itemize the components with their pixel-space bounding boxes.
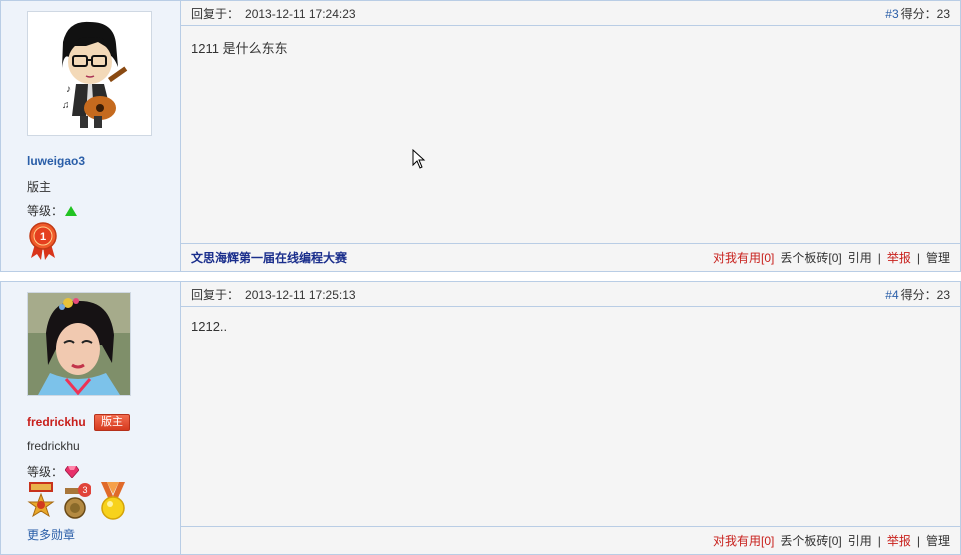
count-medal-icon[interactable]: 3 bbox=[61, 482, 91, 520]
score-value: 23 bbox=[936, 287, 950, 302]
post-footer: 对我有用[0] 丢个板砖[0] 引用 | 举报 | 管理 bbox=[181, 526, 960, 554]
divider: | bbox=[916, 533, 920, 548]
quote-button[interactable]: 引用 bbox=[848, 249, 872, 266]
author-panel: ♪ ♫ luweigao3 版主 等级： 1 bbox=[1, 1, 181, 271]
quote-button[interactable]: 引用 bbox=[848, 532, 872, 549]
post-actions: 对我有用[0] 丢个板砖[0] 引用 | 举报 | 管理 bbox=[713, 249, 950, 266]
gold-medal-icon[interactable] bbox=[97, 482, 129, 520]
medal-list: 1 bbox=[27, 222, 59, 260]
report-button[interactable]: 举报 bbox=[887, 532, 911, 549]
floor-link[interactable]: #4 bbox=[885, 288, 898, 302]
more-medals-link[interactable]: 更多勋章 bbox=[27, 526, 75, 543]
diamond-level-icon bbox=[65, 465, 80, 478]
avatar[interactable] bbox=[27, 292, 131, 396]
divider: | bbox=[877, 533, 881, 548]
score-value: 23 bbox=[936, 6, 950, 21]
report-button[interactable]: 举报 bbox=[887, 249, 911, 266]
post-timestamp: 2013-12-11 17:25:13 bbox=[245, 287, 356, 302]
svg-text:♫: ♫ bbox=[62, 100, 70, 111]
medal-count: 3 bbox=[82, 485, 87, 495]
post-body: 回复于： 2013-12-11 17:25:13 #4 得分：23 1212.. 对… bbox=[181, 282, 960, 554]
post-footer: 文思海辉第一届在线编程大赛 对我有用[0] 丢个板砖[0] 引用 | 举报 | … bbox=[181, 243, 960, 271]
post-timestamp: 2013-12-11 17:24:23 bbox=[245, 6, 356, 21]
user-title: 版主 bbox=[27, 180, 52, 194]
avatar[interactable]: ♪ ♫ bbox=[27, 11, 152, 136]
useful-button[interactable]: 对我有用[0] bbox=[713, 532, 774, 549]
post-body: 回复于： 2013-12-11 17:24:23 #3 得分：23 1211 是什么… bbox=[181, 1, 960, 271]
user-level: 等级： bbox=[27, 202, 78, 219]
post-header: 回复于： 2013-12-11 17:24:23 #3 得分：23 bbox=[181, 1, 960, 26]
promo-link[interactable]: 文思海辉第一届在线编程大赛 bbox=[191, 249, 347, 266]
username-link[interactable]: fredrickhu bbox=[27, 415, 86, 429]
mouse-cursor-icon bbox=[412, 149, 426, 169]
manage-button[interactable]: 管理 bbox=[926, 532, 950, 549]
score-label: 得分： bbox=[900, 6, 937, 21]
level-label: 等级： bbox=[27, 204, 64, 218]
user-title: fredrickhu bbox=[27, 439, 80, 453]
username-link[interactable]: luweigao3 bbox=[27, 154, 85, 168]
reply-label: 回复于： bbox=[191, 6, 240, 21]
post-content: 1211 是什么东东 bbox=[191, 41, 288, 56]
brick-button[interactable]: 丢个板砖[0] bbox=[780, 532, 841, 549]
medal-list: 3 bbox=[27, 482, 129, 520]
svg-text:♪: ♪ bbox=[66, 84, 71, 95]
level-label: 等级： bbox=[27, 465, 64, 479]
divider: | bbox=[877, 250, 881, 265]
author-panel: fredrickhu 版主 fredrickhu 等级： 3 更多勋章 bbox=[1, 282, 181, 554]
manage-button[interactable]: 管理 bbox=[926, 249, 950, 266]
post-header: 回复于： 2013-12-11 17:25:13 #4 得分：23 bbox=[181, 282, 960, 307]
score-label: 得分： bbox=[900, 287, 937, 302]
post-content: 1212.. bbox=[191, 319, 228, 334]
divider: | bbox=[916, 250, 920, 265]
reply-label: 回复于： bbox=[191, 287, 240, 302]
useful-button[interactable]: 对我有用[0] bbox=[713, 249, 774, 266]
moderator-badge: 版主 bbox=[94, 414, 130, 431]
user-level: 等级： bbox=[27, 463, 80, 480]
rank-number: 1 bbox=[40, 231, 46, 243]
star-medal-icon[interactable] bbox=[27, 482, 55, 520]
reply-post: fredrickhu 版主 fredrickhu 等级： 3 更多勋章 回复于：… bbox=[0, 281, 961, 555]
portrait-avatar-icon bbox=[28, 293, 130, 396]
level-triangle-icon bbox=[65, 205, 78, 216]
cartoon-avatar-icon: ♪ ♫ bbox=[28, 12, 151, 135]
brick-button[interactable]: 丢个板砖[0] bbox=[780, 249, 841, 266]
post-actions: 对我有用[0] 丢个板砖[0] 引用 | 举报 | 管理 bbox=[713, 532, 950, 549]
floor-link[interactable]: #3 bbox=[885, 7, 898, 21]
reply-post: ♪ ♫ luweigao3 版主 等级： 1 回复于：2013-12-11 1 bbox=[0, 0, 961, 272]
rank-medal-icon[interactable]: 1 bbox=[27, 222, 59, 260]
